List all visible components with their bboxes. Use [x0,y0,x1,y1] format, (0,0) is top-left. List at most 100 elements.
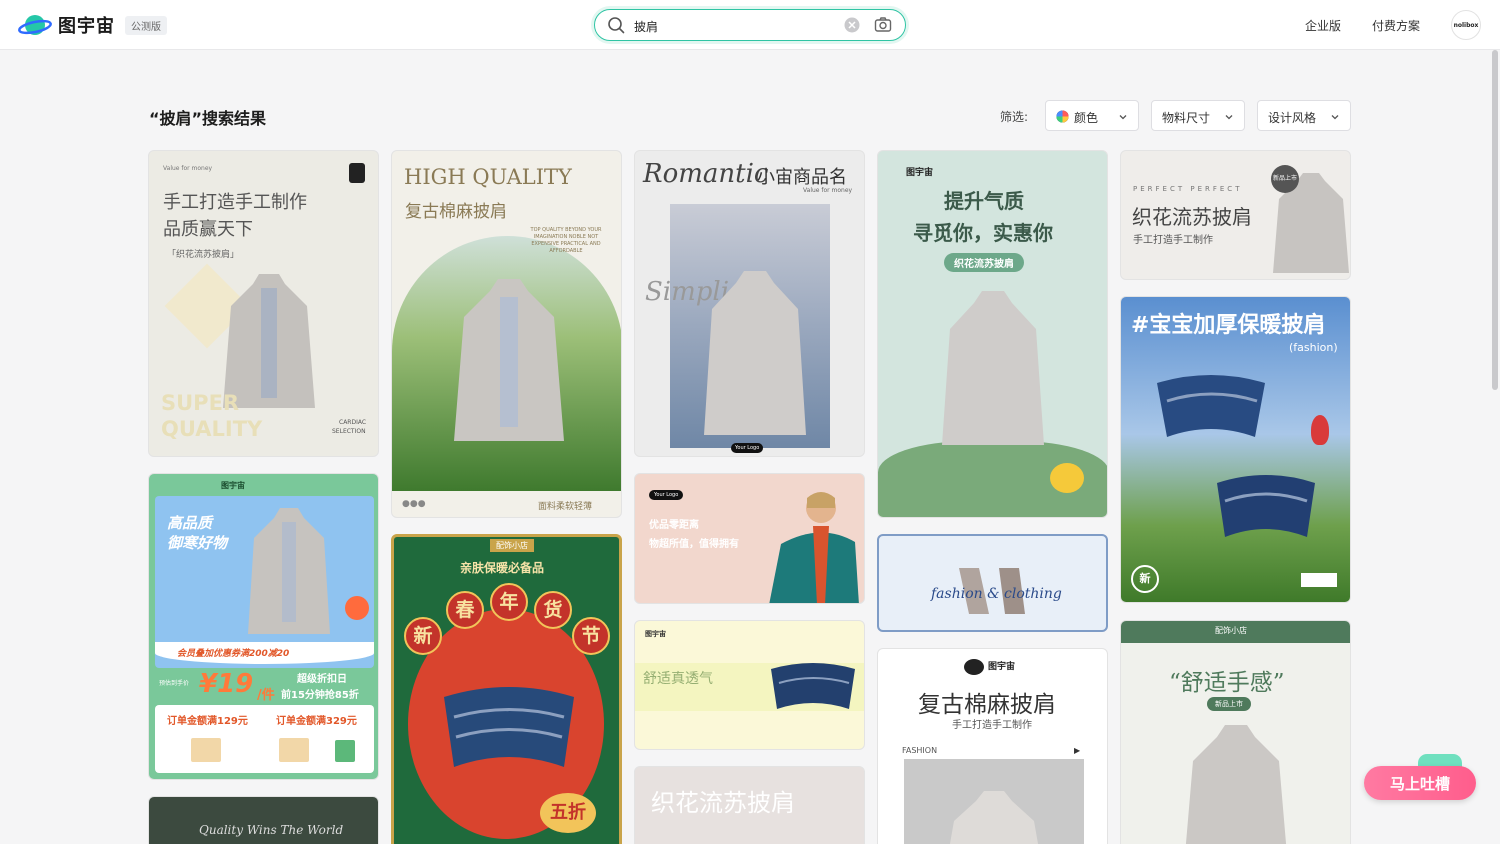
card-title: 手工打造手工制作 [163,192,307,213]
watermark-text: SUPER [161,391,240,415]
promo-banner: 会员叠加优惠券满200减20 [177,649,290,659]
card-title: #宝宝加厚保暖披肩 [1131,313,1326,338]
card-tag: FASHION [902,746,938,755]
card-title: 织花流苏披肩 [651,789,795,817]
chevron-down-icon [1330,111,1340,125]
template-card[interactable]: PERFECT PERFECT 织花流苏披肩 手工打造手工制作 新品上市 [1120,150,1351,280]
new-badge: 新 [1131,565,1159,593]
card-title: fashion & clothing [931,586,1062,602]
card-tag: Value for money [163,165,213,172]
card-title: 高品质 [167,514,213,532]
color-filter-dropdown[interactable]: 颜色 [1045,100,1139,131]
scarf-image [1157,375,1265,437]
camera-icon[interactable] [874,16,892,38]
template-card[interactable]: #宝宝加厚保暖披肩 (fashion) 新 [1120,296,1351,603]
offer-text: 订单金额满329元 [276,716,357,727]
scrollbar[interactable] [1492,50,1498,390]
template-card[interactable]: 图宇宙 提升气质 寻觅你，实惠你 织花流苏披肩 [877,150,1108,518]
card-subtitle: (fashion) [1289,341,1338,354]
card-title: 复古棉麻披肩 [918,692,1056,718]
filter-label-size: 物料尺寸 [1162,111,1211,125]
promo-text: 超级折扣日 [297,674,347,685]
avatar-text: nolibox [1453,21,1479,29]
card-pill: 新品上市 [1207,697,1251,711]
watermark-text: QUALITY [161,417,263,441]
card-title: Quality Wins The World [199,823,344,837]
price-unit: /件 [257,688,275,703]
logo-badge: Your Logo [649,490,684,500]
card-subtitle: 手工打造手工制作 [952,720,1032,731]
top-bar: 图宇宙 公测版 披肩 企业版 付费方案 nolibox [0,0,1500,50]
card-title: 提升气质 [944,189,1024,213]
coupon-box [335,740,355,762]
script-text: Romantic [643,159,769,189]
brand-icon [964,659,984,675]
cape-image [248,508,330,634]
search-bar[interactable]: 披肩 [594,9,906,41]
chevron-down-icon [1118,111,1128,125]
filter-label-style: 设计风格 [1268,111,1317,125]
tulip-decor [1311,415,1329,445]
filter-label-color: 颜色 [1074,111,1099,125]
card-tag: PERFECT PERFECT [1133,185,1243,193]
scarf-image [771,663,855,709]
color-wheel-icon [1056,110,1069,126]
avatar[interactable]: nolibox [1451,10,1481,40]
template-card[interactable]: Quality Wins The World [148,796,379,844]
brand-text: 图宇宙 [645,630,666,638]
nav-enterprise-link[interactable]: 企业版 [1305,17,1341,34]
scarf-image [1217,475,1315,537]
corner-text: CARDIAC [339,419,367,426]
template-card[interactable]: Value for money 手工打造手工制作 品质赢天下 「织花流苏披肩」 … [148,150,379,457]
clear-icon[interactable] [844,17,860,37]
brand-text: 图宇宙 [906,168,934,178]
cape-image [1185,725,1287,844]
card-title: 品质赢天下 [163,219,253,240]
card-small-text: TOP QUALITY BEYOND YOUR IMAGINATION NOBL… [530,227,602,254]
festival-char: 节 [572,617,610,655]
play-icon: ▶ [1074,746,1081,755]
card-pill: 织花流苏披肩 [944,253,1024,272]
template-card[interactable]: Your Logo 优品零距离 物超所值，值得拥有 [634,473,865,604]
template-card[interactable]: 织花流苏披肩 [634,766,865,844]
brand-text: 图宇宙 [988,662,1016,672]
brand-icon [349,163,365,183]
card-title: 优品零距离 [649,520,699,531]
template-card[interactable]: Romantic 小宙商品名 Value for money Simplicit… [634,150,865,457]
card-title: HIGH QUALITY [404,165,572,189]
new-badge: 新品上市 [1271,165,1299,193]
festival-char: 货 [534,591,572,629]
promo-text: 前15分钟抢85折 [281,690,359,701]
planet-logo-icon [18,11,52,39]
template-card[interactable]: 图宇宙 舒适真透气 [634,620,865,750]
nav-pricing-link[interactable]: 付费方案 [1372,17,1420,34]
template-card[interactable]: HIGH QUALITY 复古棉麻披肩 TOP QUALITY BEYOND Y… [391,150,622,518]
template-card[interactable]: fashion & clothing [877,534,1108,632]
logo-text: 图宇宙 [58,16,115,37]
style-filter-dropdown[interactable]: 设计风格 [1257,100,1351,131]
logo-badge: Your Logo [731,443,764,453]
logo[interactable]: 图宇宙 公测版 [18,11,167,39]
card-subtitle: 「织花流苏披肩」 [167,250,240,260]
template-card[interactable]: 配饰小店 亲肤保暖必备品 新 春 年 货 节 五折 [391,534,622,844]
dots-icon: ●●● [402,499,426,509]
card-title: 织花流苏披肩 [1132,205,1252,229]
size-filter-dropdown[interactable]: 物料尺寸 [1151,100,1245,131]
search-icon[interactable] [607,16,625,38]
cape-image [949,791,1039,844]
brand-text: 图宇宙 [221,481,245,490]
feedback-button[interactable]: 马上吐槽 [1364,766,1476,800]
card-title: 物超所值，值得拥有 [649,539,739,550]
feedback-label: 马上吐槽 [1389,774,1450,793]
template-card[interactable]: 图宇宙 复古棉麻披肩 手工打造手工制作 FASHION ▶ [877,648,1108,844]
festival-char: 年 [490,583,528,621]
card-subtitle: 复古棉麻披肩 [405,202,507,222]
search-input[interactable]: 披肩 [634,18,658,35]
card-subtitle: 手工打造手工制作 [1133,235,1213,246]
gift-box [279,738,309,762]
template-card[interactable]: 配饰小店 “舒适手感” 新品上市 [1120,620,1351,844]
corner-text: SELECTION [332,428,366,435]
page-title: “披肩”搜索结果 [149,109,267,128]
card-title: “舒适手感” [1169,670,1285,696]
template-card[interactable]: 图宇宙 高品质 御寒好物 会员叠加优惠券满200减20 预估到手价 ¥19 /件… [148,473,379,780]
